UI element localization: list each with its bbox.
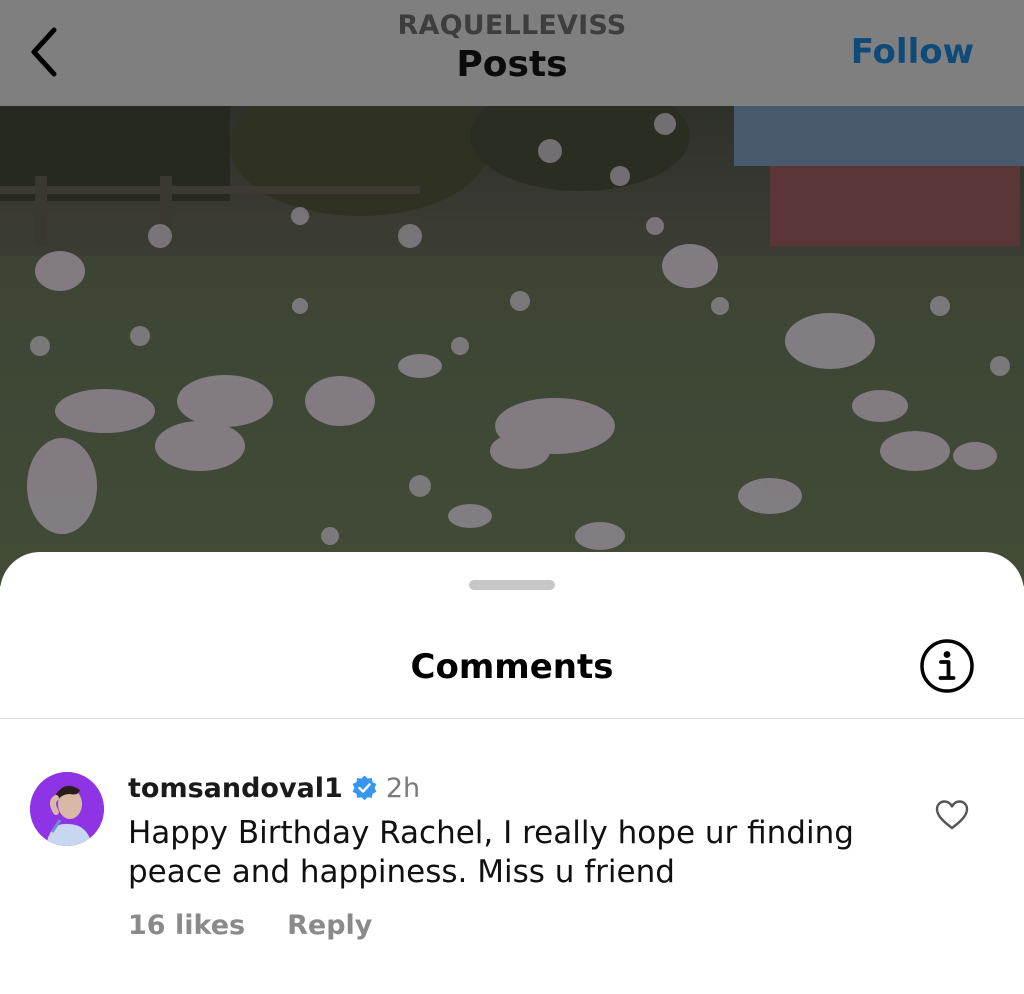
- profile-photo: [30, 772, 104, 846]
- sheet-drag-handle[interactable]: [469, 580, 555, 590]
- comment-item: tomsandoval1 2h Happy Birthday Rachel, I…: [0, 772, 1024, 972]
- info-button[interactable]: [919, 638, 975, 694]
- heart-outline-icon: [935, 800, 969, 830]
- comments-title: Comments: [410, 647, 614, 687]
- reply-button[interactable]: Reply: [287, 910, 372, 941]
- avatar[interactable]: [30, 772, 104, 846]
- comment-meta: tomsandoval1 2h: [128, 772, 420, 804]
- comments-sheet: Comments tomsandoval1 2h Happy Birthday …: [0, 552, 1024, 994]
- follow-button[interactable]: Follow: [851, 32, 974, 72]
- divider: [0, 718, 1024, 719]
- comment-text: Happy Birthday Rachel, I really hope ur …: [128, 815, 854, 890]
- flower-field-image: [0, 106, 1024, 586]
- likes-count[interactable]: 16 likes: [128, 910, 245, 941]
- verified-badge-icon: [352, 775, 377, 800]
- top-navigation-bar: RAQUELLEVISS Posts Follow: [0, 0, 1024, 106]
- comment-actions: 16 likes Reply: [128, 910, 372, 941]
- comment-username[interactable]: tomsandoval1: [128, 773, 343, 804]
- like-comment-button[interactable]: [934, 798, 970, 832]
- comment-timestamp: 2h: [385, 772, 421, 804]
- info-icon: [920, 639, 974, 693]
- post-photo[interactable]: [0, 106, 1024, 586]
